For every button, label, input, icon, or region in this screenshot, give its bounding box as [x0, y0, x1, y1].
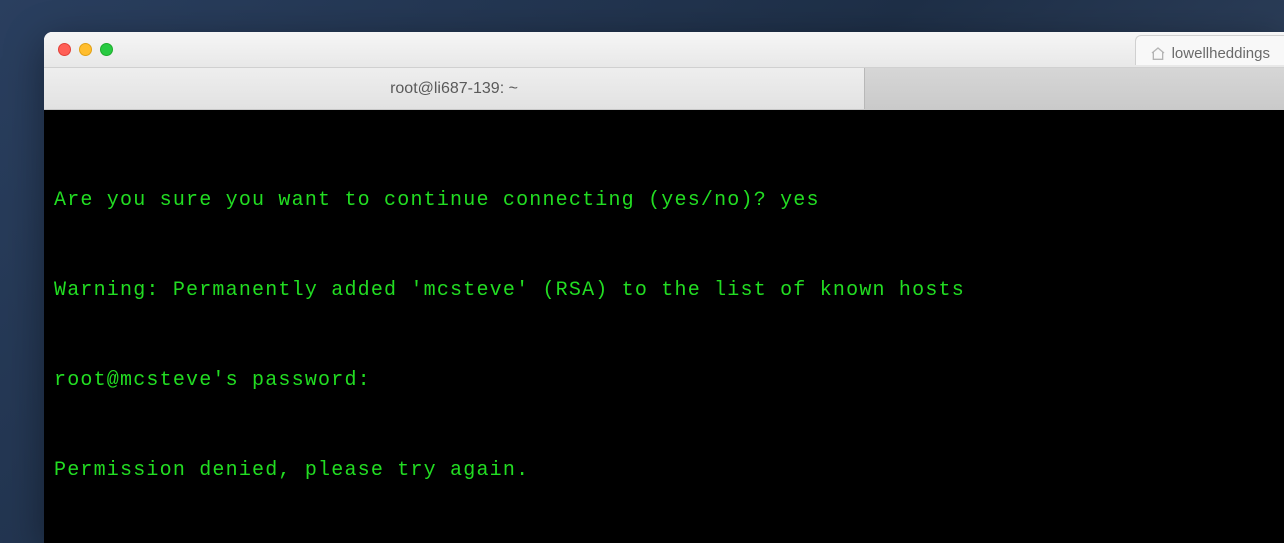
window-titlebar[interactable]: lowellheddings	[44, 32, 1284, 68]
terminal-line: root@mcsteve's password:	[54, 366, 1274, 396]
close-button[interactable]	[58, 43, 71, 56]
other-tab[interactable]: lowellheddings	[1135, 35, 1284, 65]
terminal-line: Permission denied, please try again.	[54, 456, 1274, 486]
terminal-line: Are you sure you want to continue connec…	[54, 186, 1274, 216]
active-tab-title: root@li687-139: ~	[390, 80, 518, 98]
tab-bar: root@li687-139: ~	[44, 68, 1284, 110]
inactive-tab-area[interactable]	[864, 68, 1284, 109]
terminal-content[interactable]: Are you sure you want to continue connec…	[44, 110, 1284, 543]
active-tab[interactable]: root@li687-139: ~	[44, 68, 864, 109]
terminal-line: Warning: Permanently added 'mcsteve' (RS…	[54, 276, 1274, 306]
home-icon	[1150, 46, 1166, 62]
terminal-window: lowellheddings root@li687-139: ~ Are you…	[44, 32, 1284, 543]
other-tab-label: lowellheddings	[1172, 45, 1270, 62]
minimize-button[interactable]	[79, 43, 92, 56]
maximize-button[interactable]	[100, 43, 113, 56]
traffic-lights	[44, 43, 113, 56]
